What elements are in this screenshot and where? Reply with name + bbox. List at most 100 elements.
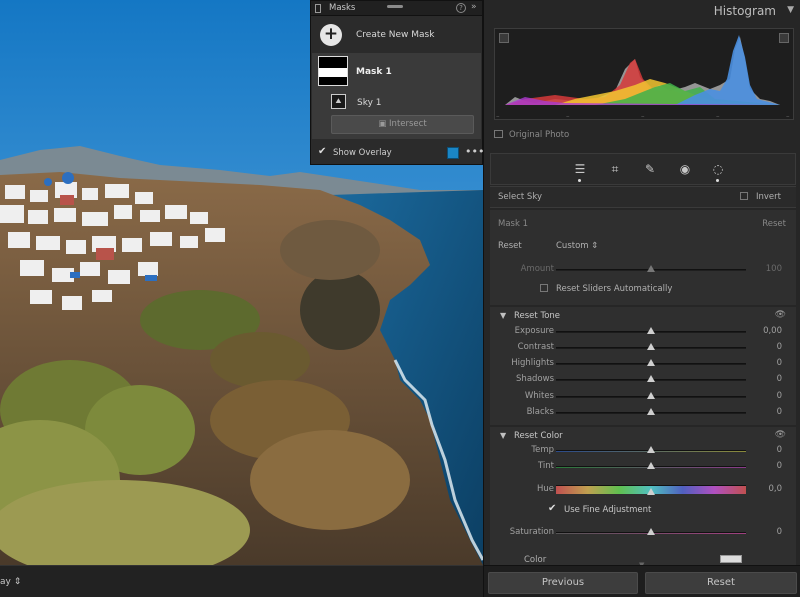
masks-panel-header[interactable]: Masks ? »: [311, 1, 482, 16]
reset-auto-label[interactable]: Reset Sliders Automatically: [556, 284, 672, 294]
show-overlay-label[interactable]: Show Overlay: [333, 148, 392, 158]
help-icon[interactable]: ?: [456, 3, 466, 13]
tool-strip: ☰ ⌗ ✎ ◉ ◌: [490, 153, 796, 185]
temp-label: Temp: [531, 445, 554, 455]
saturation-slider[interactable]: Saturation 0: [490, 525, 796, 541]
contrast-slider[interactable]: Contrast 0: [490, 340, 796, 356]
previous-button[interactable]: Previous: [488, 572, 638, 594]
exposure-thumb[interactable]: [647, 327, 655, 334]
whites-slider[interactable]: Whites 0: [490, 389, 796, 405]
histogram-title[interactable]: Histogram: [714, 4, 776, 18]
temp-slider[interactable]: Temp 0: [490, 443, 796, 459]
tint-thumb[interactable]: [647, 462, 655, 469]
blacks-thumb[interactable]: [647, 408, 655, 415]
more-options-icon[interactable]: •••: [465, 145, 484, 158]
tint-value[interactable]: 0: [777, 461, 782, 471]
exposure-value[interactable]: 0,00: [763, 326, 782, 336]
mask-list: Mask 1 ⛰ Sky 1 ▣ Intersect: [312, 53, 481, 139]
original-photo-label: Original Photo: [509, 130, 570, 140]
temp-thumb[interactable]: [647, 446, 655, 453]
original-photo-toggle[interactable]: Original Photo: [494, 130, 569, 140]
mask1-thumbnail[interactable]: [318, 56, 348, 86]
color-label: Color: [524, 555, 547, 565]
intersect-icon: ▣: [378, 119, 390, 129]
saturation-thumb[interactable]: [647, 528, 655, 535]
mask-adjust-section: Mask 1 Reset Reset Custom ⇕ Amount 100 R…: [490, 210, 796, 305]
intersect-button[interactable]: ▣ Intersect: [331, 115, 474, 134]
shadow-clipping-icon[interactable]: [499, 33, 509, 43]
panel-icon: [315, 4, 321, 13]
hue-label: Hue: [536, 484, 554, 494]
hue-value[interactable]: 0,0: [768, 484, 782, 494]
shadows-thumb[interactable]: [647, 375, 655, 382]
highlight-clipping-icon[interactable]: [779, 33, 789, 43]
histogram-collapse-icon[interactable]: ▼: [787, 5, 794, 15]
preset-dropdown[interactable]: Custom ⇕: [556, 241, 598, 251]
contrast-thumb[interactable]: [647, 343, 655, 350]
redeye-icon[interactable]: ◉: [676, 160, 694, 178]
amount-thumb[interactable]: [647, 265, 655, 272]
eye-icon[interactable]: 👁: [775, 310, 786, 320]
highlights-slider[interactable]: Highlights 0: [490, 356, 796, 372]
tone-section: ▼ Reset Tone 👁 Exposure 0,00 Contrast 0 …: [490, 307, 796, 425]
temp-value[interactable]: 0: [777, 445, 782, 455]
reset-button[interactable]: Reset: [645, 572, 797, 594]
collapse-triangle-icon[interactable]: ▼: [500, 431, 506, 440]
saturation-value[interactable]: 0: [777, 527, 782, 537]
create-mask-button[interactable]: +: [320, 24, 342, 46]
intersect-label: Intersect: [389, 119, 427, 129]
overlay-mode-dropdown[interactable]: ay ⇕: [0, 577, 21, 587]
highlights-thumb[interactable]: [647, 359, 655, 366]
histogram-graph: [505, 35, 780, 105]
sky1-label[interactable]: Sky 1: [357, 98, 382, 108]
invert-label[interactable]: Invert: [756, 192, 781, 202]
masks-panel: Masks ? » + Create New Mask Mask 1 ⛰ Sky…: [310, 0, 484, 165]
blacks-slider[interactable]: Blacks 0: [490, 405, 796, 421]
contrast-value[interactable]: 0: [777, 342, 782, 352]
amount-value[interactable]: 100: [766, 264, 782, 274]
tone-section-title[interactable]: Reset Tone: [514, 311, 560, 321]
whites-thumb[interactable]: [647, 392, 655, 399]
exposure-slider[interactable]: Exposure 0,00: [490, 324, 796, 340]
shadows-value[interactable]: 0: [777, 374, 782, 384]
fine-adjust-checkbox[interactable]: ✔: [548, 503, 556, 514]
select-sky-label: Select Sky: [498, 192, 542, 202]
reset-auto-checkbox[interactable]: [540, 284, 548, 292]
shadows-label: Shadows: [516, 374, 554, 384]
color-section: ▼ Reset Color 👁 Temp 0 Tint 0 Hue 0,0 ✔ …: [490, 427, 796, 565]
drag-grip-icon[interactable]: [387, 5, 403, 8]
color-swatch[interactable]: [720, 555, 742, 563]
invert-checkbox[interactable]: [740, 192, 748, 200]
contrast-label: Contrast: [517, 342, 554, 352]
right-panel: Histogram ▼ – – – – – Original Photo ☰ ⌗…: [483, 0, 800, 597]
highlights-label: Highlights: [511, 358, 554, 368]
hue-thumb[interactable]: [647, 488, 655, 495]
color-section-title[interactable]: Reset Color: [514, 431, 563, 441]
whites-value[interactable]: 0: [777, 391, 782, 401]
eye-icon[interactable]: 👁: [775, 430, 786, 440]
crop-icon[interactable]: ⌗: [606, 160, 624, 178]
heal-icon[interactable]: ✎: [641, 160, 659, 178]
sky-mask-icon[interactable]: ⛰: [331, 94, 346, 109]
sliders-icon[interactable]: ☰: [571, 160, 589, 182]
amount-slider[interactable]: Amount 100: [490, 262, 796, 278]
tone-section-header[interactable]: ▼ Reset Tone 👁: [490, 309, 796, 325]
show-overlay-checkbox[interactable]: ✔: [318, 146, 326, 157]
blacks-value[interactable]: 0: [777, 407, 782, 417]
exposure-label: Exposure: [514, 326, 554, 336]
tint-slider[interactable]: Tint 0: [490, 459, 796, 475]
original-photo-checkbox[interactable]: [494, 130, 503, 138]
collapse-triangle-icon[interactable]: ▼: [500, 311, 506, 320]
blacks-label: Blacks: [526, 407, 554, 417]
shadows-slider[interactable]: Shadows 0: [490, 372, 796, 388]
create-mask-label[interactable]: Create New Mask: [356, 30, 434, 40]
hue-slider[interactable]: Hue 0,0: [490, 482, 796, 498]
select-sky-row: Select Sky Invert: [490, 186, 796, 208]
mask-icon[interactable]: ◌: [709, 160, 727, 182]
highlights-value[interactable]: 0: [777, 358, 782, 368]
mask1-label[interactable]: Mask 1: [356, 67, 392, 77]
mask-reset-link[interactable]: Reset: [762, 219, 786, 229]
fine-adjust-label[interactable]: Use Fine Adjustment: [564, 505, 651, 515]
collapse-icon[interactable]: »: [471, 2, 477, 12]
overlay-color-swatch[interactable]: [447, 147, 459, 159]
